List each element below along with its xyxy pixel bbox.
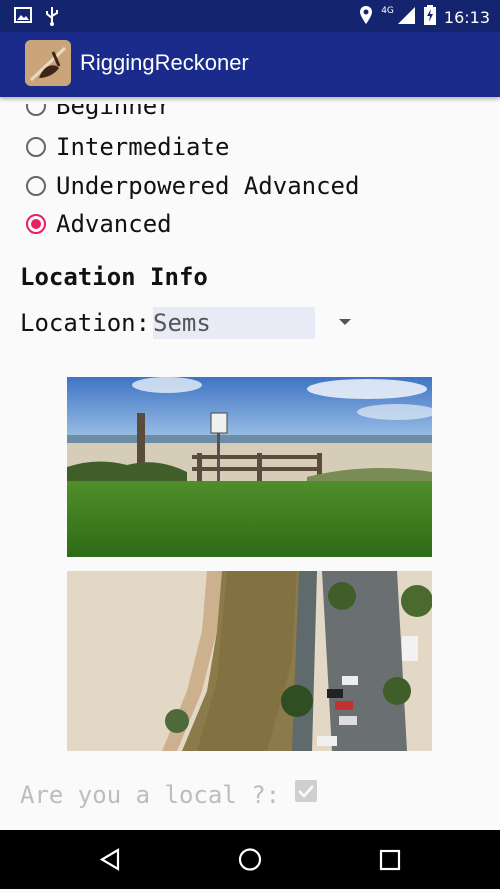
status-bar: 4G 16:13 xyxy=(0,0,500,32)
location-photo-beach xyxy=(67,377,432,557)
usb-icon xyxy=(44,6,60,30)
dropdown-arrow-icon[interactable] xyxy=(339,319,351,325)
home-icon[interactable] xyxy=(220,830,280,889)
location-select[interactable]: Sems xyxy=(153,307,315,339)
status-time: 16:13 xyxy=(443,7,490,27)
local-question-label: Are you a local ?: xyxy=(20,781,281,809)
network-type-label: 4G xyxy=(381,6,394,16)
radio-label: Advanced xyxy=(56,210,172,238)
location-label: Location: xyxy=(20,309,151,337)
app-logo-icon xyxy=(25,40,71,86)
battery-icon xyxy=(423,5,436,29)
section-title: Location Info xyxy=(20,263,208,291)
location-photo-aerial xyxy=(67,571,432,751)
signal-icon xyxy=(396,5,416,29)
radio-button[interactable] xyxy=(26,137,46,157)
radio-label: Beginner xyxy=(56,97,172,120)
image-icon xyxy=(14,6,32,30)
back-icon[interactable] xyxy=(80,830,140,889)
radio-option-underpowered-advanced[interactable]: Underpowered Advanced xyxy=(26,171,359,201)
radio-option-advanced[interactable]: Advanced xyxy=(26,209,172,239)
recents-icon[interactable] xyxy=(360,830,420,889)
checkmark-icon xyxy=(298,785,314,798)
app-title: RiggingReckoner xyxy=(80,50,249,75)
radio-label: Intermediate xyxy=(56,133,230,161)
radio-button[interactable] xyxy=(26,104,46,116)
local-checkbox[interactable] xyxy=(295,780,317,802)
radio-label: Underpowered Advanced xyxy=(56,172,360,200)
radio-button-checked[interactable] xyxy=(26,214,46,234)
location-icon xyxy=(359,5,373,29)
radio-option-intermediate[interactable]: Intermediate xyxy=(26,132,229,162)
app-bar: RiggingReckoner xyxy=(0,32,500,97)
radio-button[interactable] xyxy=(26,176,46,196)
radio-option-beginner[interactable]: Beginner xyxy=(26,97,172,121)
navigation-bar xyxy=(0,830,500,889)
main-content[interactable]: Beginner Intermediate Underpowered Advan… xyxy=(0,97,500,830)
